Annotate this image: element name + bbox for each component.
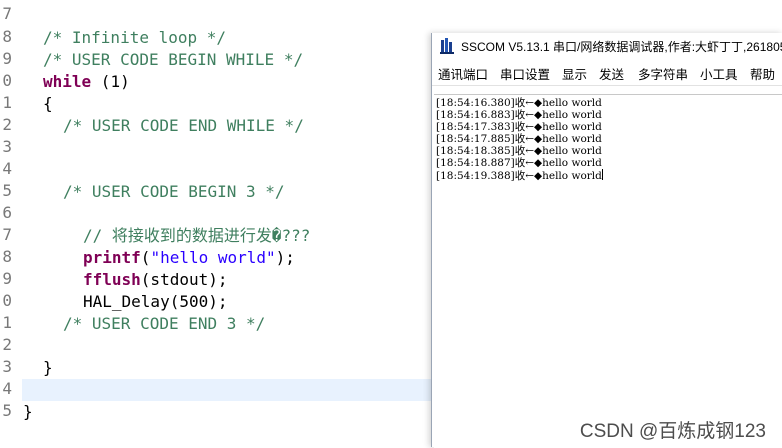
line-number: 3 <box>2 137 12 156</box>
code-line: HAL_Delay(500); <box>83 292 228 311</box>
receive-line: [18:54:19.388]收←◆hello world <box>436 170 602 182</box>
menu-send[interactable]: 发送 <box>599 64 624 83</box>
menu-comm-port[interactable]: 通讯端口 <box>438 64 488 83</box>
code-string: "hello world" <box>150 248 276 267</box>
code-function: printf <box>83 248 141 267</box>
line-number: 2 <box>2 335 12 354</box>
code-keyword: while <box>43 72 92 91</box>
receive-line: [18:54:18.385]收←◆hello world <box>436 145 602 157</box>
menu-tools[interactable]: 小工具 <box>700 64 738 83</box>
code-token: (stdout); <box>140 270 228 289</box>
line-number: 8 <box>2 247 12 266</box>
receive-line: [18:54:16.883]收←◆hello world <box>436 109 602 121</box>
line-number: 5 <box>2 181 12 200</box>
line-number: 7 <box>2 4 12 23</box>
menu-multi-string[interactable]: 多字符串 <box>638 64 688 83</box>
line-number: 8 <box>2 27 12 46</box>
window-title: SSCOM V5.13.1 串口/网络数据调试器,作者:大虾丁丁,2618058 <box>461 40 782 54</box>
line-number: 9 <box>2 49 12 68</box>
line-number: 4 <box>2 379 12 398</box>
text-caret <box>601 169 603 180</box>
sscom-window[interactable]: SSCOM V5.13.1 串口/网络数据调试器,作者:大虾丁丁,2618058… <box>431 33 782 448</box>
receive-area[interactable]: [18:54:16.380]收←◆hello world [18:54:16.8… <box>434 94 782 448</box>
menu-display[interactable]: 显示 <box>562 64 587 83</box>
code-line: // 将接收到的数据进行发�??? <box>83 226 311 245</box>
line-number: 7 <box>2 225 12 244</box>
code-line: printf("hello world"); <box>83 247 295 269</box>
line-number: 3 <box>2 357 12 376</box>
code-line: /* USER CODE END 3 */ <box>63 314 266 333</box>
receive-line: [18:54:17.885]收←◆hello world <box>436 133 602 145</box>
line-number: 1 <box>2 313 12 332</box>
line-number: 6 <box>2 203 12 222</box>
code-line: { <box>43 94 53 113</box>
line-number: 2 <box>2 115 12 134</box>
line-number: 0 <box>2 71 12 90</box>
code-line: while (1) <box>43 71 130 93</box>
line-number: 4 <box>2 159 12 178</box>
receive-line: [18:54:18.887]收←◆hello world <box>436 157 602 169</box>
code-line: /* USER CODE BEGIN WHILE */ <box>43 50 304 69</box>
line-number: 9 <box>2 269 12 288</box>
code-token: ( <box>140 248 151 267</box>
line-number: 1 <box>2 93 12 112</box>
sscom-app-icon <box>440 38 454 54</box>
code-line: /* USER CODE BEGIN 3 */ <box>63 182 285 201</box>
code-line: /* USER CODE END WHILE */ <box>63 116 304 135</box>
line-number: 5 <box>2 401 12 420</box>
code-token: ); <box>275 248 295 267</box>
code-line: } <box>43 358 53 377</box>
code-line: fflush(stdout); <box>83 269 228 291</box>
line-number: 0 <box>2 291 12 310</box>
code-line: /* Infinite loop */ <box>43 28 227 47</box>
menu-bar: 通讯端口 串口设置 显示 发送 多字符串 小工具 帮助 <box>432 61 782 86</box>
code-token: (1) <box>91 72 130 91</box>
receive-line: [18:54:17.383]收←◆hello world <box>436 121 602 133</box>
code-line: } <box>23 402 33 421</box>
line-number-gutter: 7 8 9 0 1 2 3 4 5 6 7 8 9 0 1 2 3 4 5 <box>0 0 18 447</box>
watermark: CSDN @百炼成钢123 <box>579 421 766 442</box>
code-function: fflush <box>83 270 141 289</box>
receive-line: [18:54:16.380]收←◆hello world <box>436 97 602 109</box>
menu-serial-settings[interactable]: 串口设置 <box>500 64 550 83</box>
title-bar[interactable]: SSCOM V5.13.1 串口/网络数据调试器,作者:大虾丁丁,2618058 <box>432 33 782 60</box>
menu-help[interactable]: 帮助 <box>750 64 775 83</box>
receive-line-last: [18:54:19.388]收←◆hello world <box>436 169 603 182</box>
